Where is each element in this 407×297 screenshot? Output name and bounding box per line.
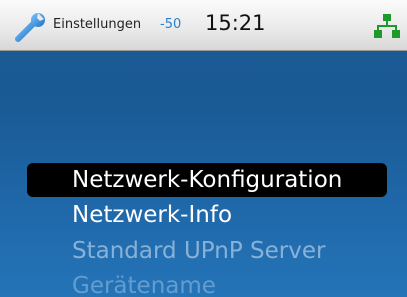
menu-item-netzwerk-info[interactable]: Netzwerk-Info — [27, 198, 387, 232]
menu-item-label: Standard UPnP Server — [72, 238, 326, 264]
menu-item-netzwerk-konfiguration[interactable]: Netzwerk-Konfiguration — [27, 163, 387, 197]
menu-item-label: Netzwerk-Konfiguration — [72, 167, 343, 193]
menu-item-geraetename[interactable]: Gerätename — [27, 269, 387, 297]
menu-item-label: Gerätename — [72, 273, 216, 297]
settings-menu: Netzwerk-Konfiguration Netzwerk-Info Sta… — [0, 0, 407, 297]
device-screen: Einstellungen -50 15:21 Netzwerk-Konfigu… — [0, 0, 407, 297]
menu-item-label: Netzwerk-Info — [72, 202, 233, 228]
menu-item-standard-upnp-server[interactable]: Standard UPnP Server — [27, 234, 387, 268]
